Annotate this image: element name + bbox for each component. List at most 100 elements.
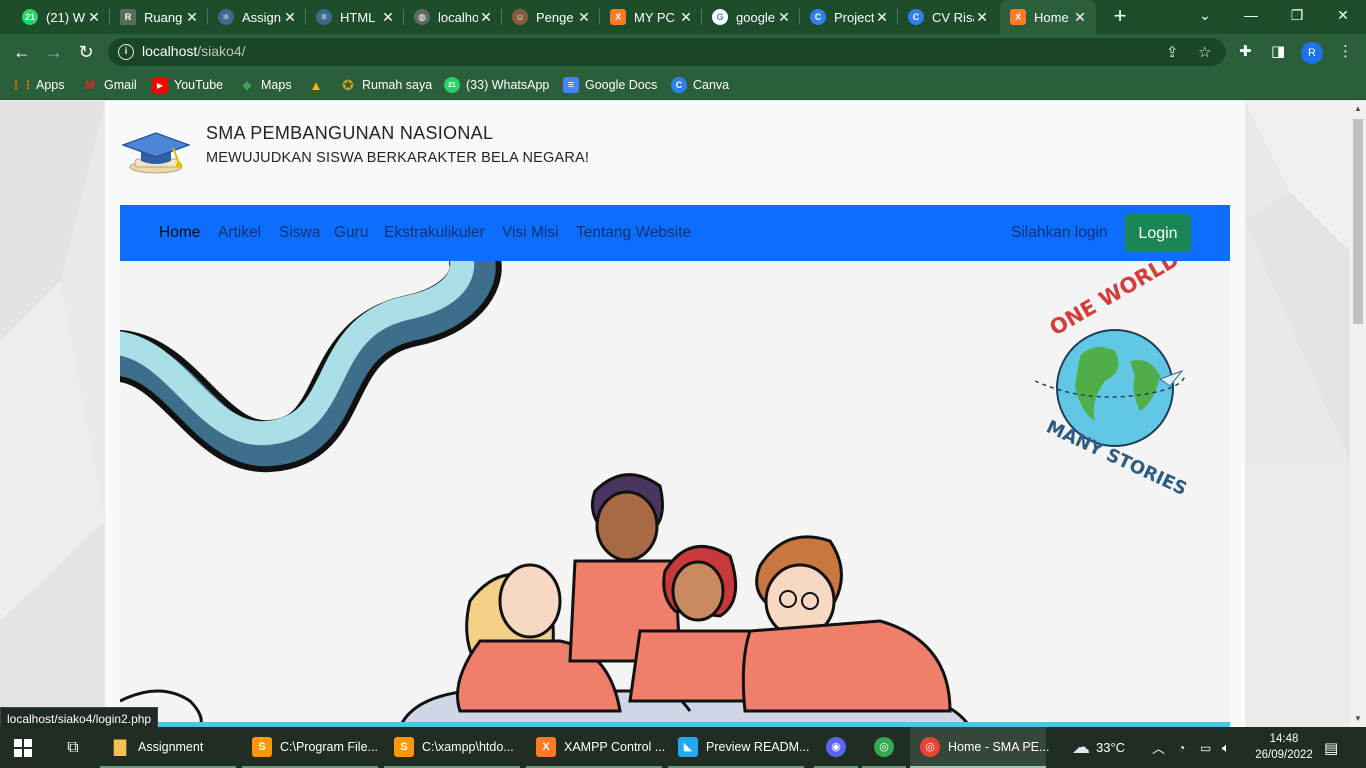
site-info-icon[interactable]: i — [118, 44, 134, 60]
reload-button[interactable]: ↻ — [74, 40, 98, 64]
nav-guru[interactable]: Guru — [334, 224, 368, 242]
sublime-icon: S — [252, 736, 272, 757]
one-world-badge: ONE WORLD MANY STORIES — [1034, 261, 1190, 500]
browser-tab[interactable]: ⚛ Assign ✕ — [208, 0, 306, 34]
nav-artikel[interactable]: Artikel — [218, 224, 261, 242]
bookmark-google-docs[interactable]: ≡ Google Docs — [563, 75, 657, 95]
taskbar-item-sublime-1[interactable]: S C:\Program File... — [242, 727, 378, 768]
tab-label: Assign — [242, 9, 282, 25]
bookmark-whatsapp[interactable]: 21 (33) WhatsApp — [444, 75, 549, 95]
link-status-bubble: localhost/siako4/login2.php — [0, 707, 159, 729]
taskbar-item-vscode[interactable]: ◣ Preview READM... — [668, 727, 810, 768]
nav-siswa[interactable]: Siswa — [279, 224, 320, 242]
bookmark-label: Google Docs — [585, 78, 658, 92]
menu-kebab-icon[interactable]: ⋮ — [1338, 42, 1353, 60]
taskbar-item-sublime-2[interactable]: S C:\xampp\htdo... — [384, 727, 520, 768]
browser-tab[interactable]: ☺ Penge ✕ — [502, 0, 600, 34]
page-scrollbar[interactable]: ▲ ▼ — [1350, 101, 1366, 727]
browser-tab[interactable]: R Ruang ✕ — [110, 0, 208, 34]
browser-tab-active[interactable]: X Home ✕ — [1000, 0, 1096, 34]
close-icon[interactable]: ✕ — [86, 9, 102, 26]
start-button[interactable] — [0, 727, 46, 768]
restore-button[interactable]: ❐ — [1274, 0, 1320, 30]
gmail-icon: M — [85, 78, 95, 92]
close-icon[interactable]: ✕ — [1072, 9, 1088, 26]
bookmark-rumah-saya[interactable]: ✪ Rumah saya — [340, 75, 432, 95]
back-button[interactable]: ← — [10, 40, 34, 64]
bookmark-star-icon[interactable]: ☆ — [1198, 43, 1211, 61]
bookmark-maps[interactable]: ◆ Maps — [239, 75, 292, 95]
windows-logo-icon — [14, 738, 32, 757]
close-icon[interactable]: ✕ — [282, 9, 298, 26]
minimize-button[interactable]: — — [1228, 0, 1274, 30]
clock-date: 26/09/2022 — [1255, 749, 1313, 761]
sublime-icon: S — [394, 736, 414, 757]
chrome-icon: ◎ — [920, 736, 940, 757]
browser-tab[interactable]: G google ✕ — [702, 0, 800, 34]
system-clock[interactable]: 14:48 26/09/2022 — [1254, 731, 1314, 763]
battery-icon[interactable]: ▭ — [1200, 727, 1211, 768]
profile-avatar[interactable]: R — [1301, 42, 1323, 64]
discord-icon: ◉ — [826, 736, 846, 757]
classroom-icon: R — [120, 9, 136, 25]
scroll-down-arrow-icon[interactable]: ▼ — [1350, 711, 1366, 727]
taskbar-item-chrome-active[interactable]: ◎ Home - SMA PE... — [910, 727, 1049, 768]
taskbar-item-xampp[interactable]: X XAMPP Control ... — [526, 727, 665, 768]
browser-tab[interactable]: C Project ✕ — [800, 0, 898, 34]
taskbar-item-discord[interactable]: ◉ — [814, 727, 858, 768]
notifications-icon[interactable]: ▤ — [1324, 727, 1338, 768]
tray-chevron-up-icon[interactable]: ︿ — [1152, 727, 1165, 768]
nav-visi-misi[interactable]: Visi Misi — [502, 224, 559, 242]
close-window-button[interactable]: ✕ — [1320, 0, 1366, 30]
browser-tab[interactable]: C CV Risa ✕ — [898, 0, 998, 34]
close-icon[interactable]: ✕ — [576, 9, 592, 26]
side-panel-icon[interactable]: ◨ — [1271, 42, 1285, 60]
url-text[interactable]: localhost/siako4/ — [142, 43, 246, 59]
bookmark-label: Apps — [36, 78, 65, 92]
browser-tab[interactable]: ⚛ HTML ✕ — [306, 0, 404, 34]
close-icon[interactable]: ✕ — [478, 9, 494, 26]
share-icon[interactable]: ⇪ — [1166, 43, 1179, 61]
browser-tab[interactable]: 21 (21) W ✕ — [12, 0, 110, 34]
close-icon[interactable]: ✕ — [678, 9, 694, 26]
browser-tab[interactable]: ◍ localho ✕ — [404, 0, 502, 34]
browser-toolbar: ← → ↻ i localhost/siako4/ ⇪ ☆ ✚ ◨ R ⋮ — [0, 34, 1366, 70]
taskbar-item-chrome[interactable]: ◎ — [862, 727, 906, 768]
forward-button[interactable]: → — [42, 40, 66, 64]
nav-tentang-website[interactable]: Tentang Website — [576, 224, 691, 242]
whatsapp-icon: 21 — [444, 77, 460, 93]
close-icon[interactable]: ✕ — [184, 9, 200, 26]
bookmark-apps[interactable]: ⋮⋮ Apps — [10, 75, 65, 95]
react-icon: ⚛ — [218, 9, 234, 25]
new-tab-button[interactable]: + — [1108, 4, 1132, 28]
bookmark-drive[interactable]: ▲ — [308, 75, 330, 95]
bookmark-label: Maps — [261, 78, 292, 92]
bookmark-youtube[interactable]: ▶ YouTube — [152, 75, 223, 95]
volume-icon[interactable]: 🔈︎ — [1222, 727, 1230, 768]
taskbar-item-label: Preview READM... — [706, 739, 810, 754]
vscode-icon: ◣ — [678, 736, 698, 757]
canva-icon: C — [810, 9, 826, 25]
docs-icon: ≡ — [563, 77, 579, 93]
address-bar[interactable]: i localhost/siako4/ ⇪ ☆ — [108, 38, 1226, 66]
bookmark-canva[interactable]: C Canva — [671, 75, 729, 95]
extensions-puzzle-icon[interactable]: ✚ — [1239, 42, 1252, 60]
scroll-up-arrow-icon[interactable]: ▲ — [1350, 101, 1366, 117]
bookmark-gmail[interactable]: M Gmail — [82, 75, 137, 95]
wifi-icon[interactable]: ◔ — [1178, 727, 1185, 768]
browser-tab[interactable]: X MY PC ✕ — [600, 0, 702, 34]
close-icon[interactable]: ✕ — [776, 9, 792, 26]
close-icon[interactable]: ✕ — [380, 9, 396, 26]
url-host: localhost — [142, 43, 198, 59]
login-button[interactable]: Login — [1125, 214, 1191, 252]
taskbar-item-assignment[interactable]: ▇ Assignment — [100, 727, 236, 768]
nav-home[interactable]: Home — [159, 224, 200, 242]
nav-ekstrakulikuler[interactable]: Ekstrakulikuler — [384, 224, 485, 242]
close-icon[interactable]: ✕ — [974, 9, 990, 26]
close-icon[interactable]: ✕ — [874, 9, 890, 26]
scrollbar-thumb[interactable] — [1353, 119, 1363, 324]
weather-widget[interactable]: ☁ 33°C — [1072, 727, 1125, 768]
task-view-icon[interactable]: ⧉ — [56, 727, 90, 768]
tab-search-chevron-icon[interactable]: ⌄ — [1182, 0, 1228, 30]
apps-grid-icon: ⋮⋮ — [10, 78, 34, 92]
